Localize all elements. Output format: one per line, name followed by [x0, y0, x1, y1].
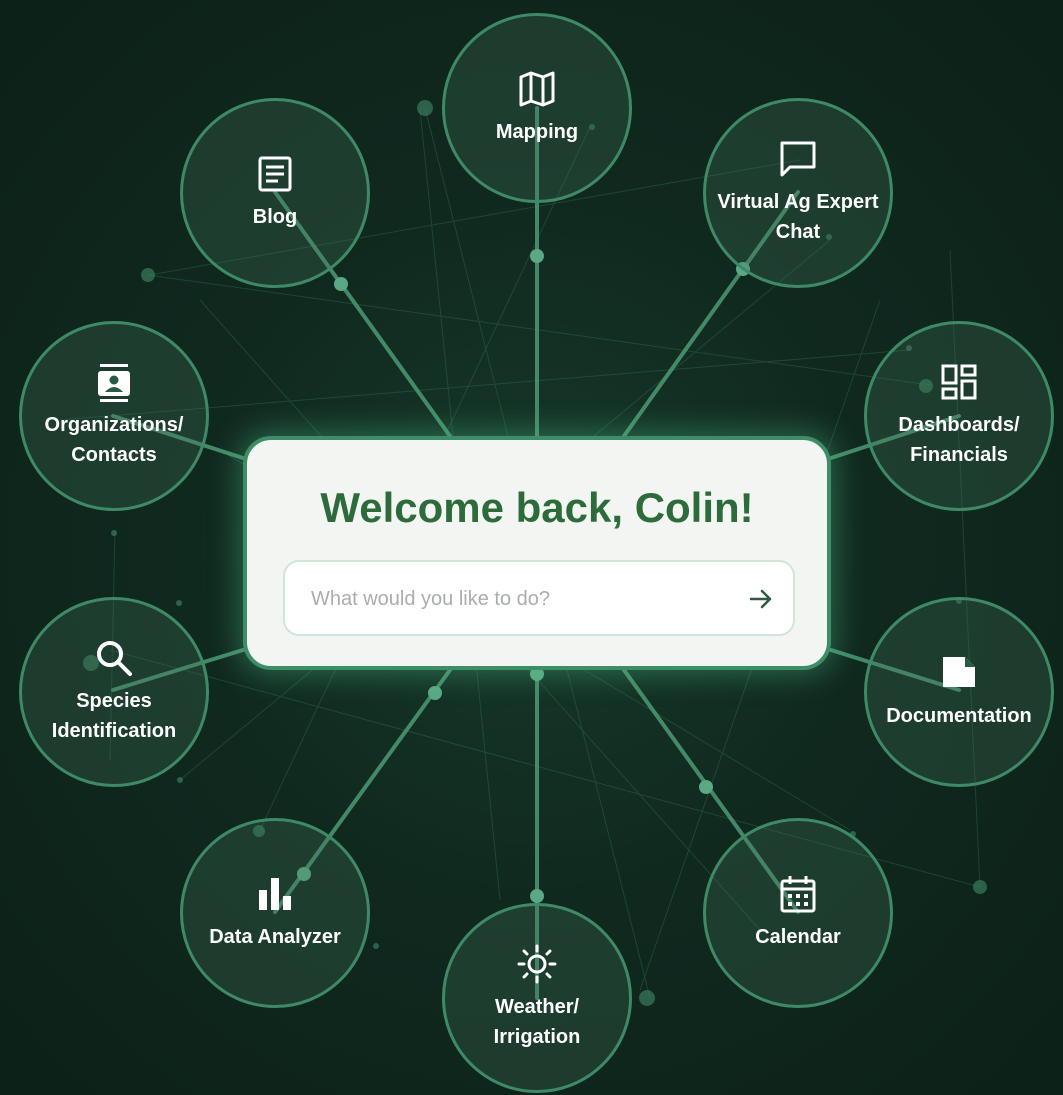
mapping-node[interactable]: Mapping	[442, 13, 632, 203]
bar-chart-icon	[255, 874, 295, 914]
blog-node[interactable]: Blog	[180, 98, 370, 288]
calendar-icon	[778, 874, 818, 914]
virtual-ag-expert-chat-node[interactable]: Virtual Ag Expert Chat	[703, 98, 893, 288]
dashboards-financials-node[interactable]: Dashboards/ Financials	[864, 321, 1054, 511]
document-icon	[939, 653, 979, 693]
contacts-icon	[94, 362, 134, 402]
blog-label: Blog	[252, 206, 298, 228]
dashboards-financials-label: Dashboards/ Financials	[898, 414, 1020, 466]
virtual-ag-expert-chat-label: Virtual Ag Expert Chat	[717, 191, 879, 243]
species-identification-node[interactable]: Species Identification	[19, 597, 209, 787]
weather-irrigation-node[interactable]: Weather/ Irrigation	[442, 903, 632, 1093]
calendar-label: Calendar	[755, 926, 841, 948]
weather-irrigation-label: Weather/ Irrigation	[493, 996, 581, 1048]
welcome-card: Welcome back, Colin!	[243, 436, 831, 670]
sun-icon	[517, 944, 557, 984]
organizations-contacts-node[interactable]: Organizations/ Contacts	[19, 321, 209, 511]
search-box	[283, 560, 795, 636]
organizations-contacts-label: Organizations/ Contacts	[44, 414, 184, 466]
calendar-node[interactable]: Calendar	[703, 818, 893, 1008]
article-icon	[255, 154, 295, 194]
map-icon	[517, 69, 557, 109]
dashboard-icon	[939, 362, 979, 402]
search-icon	[94, 638, 134, 678]
welcome-title: Welcome back, Colin!	[320, 484, 754, 531]
mapping-label: Mapping	[495, 121, 579, 143]
data-analyzer-node[interactable]: Data Analyzer	[180, 818, 370, 1008]
documentation-node[interactable]: Documentation	[864, 597, 1054, 787]
chat-icon	[778, 139, 818, 179]
arrow-right-icon[interactable]	[747, 585, 775, 613]
data-analyzer-label: Data Analyzer	[209, 926, 341, 948]
species-identification-label: Species Identification	[51, 690, 177, 742]
documentation-label: Documentation	[886, 705, 1032, 727]
search-input[interactable]	[309, 562, 733, 636]
